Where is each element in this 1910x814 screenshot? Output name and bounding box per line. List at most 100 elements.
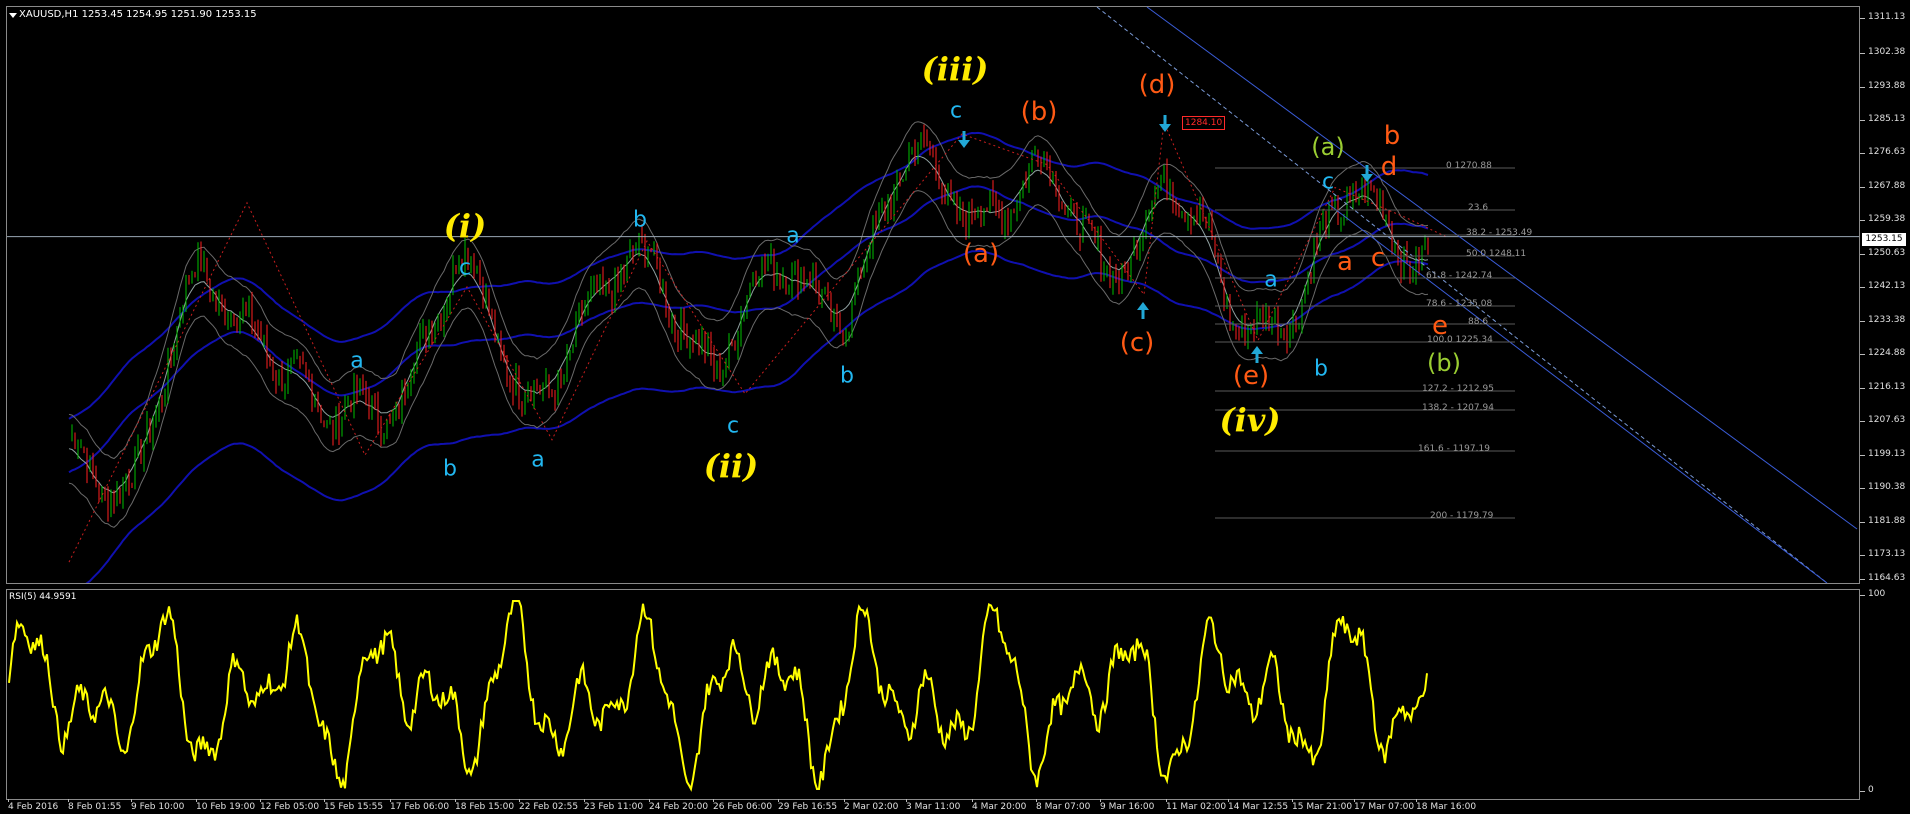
wave-label-ii: (ii) xyxy=(703,447,759,485)
time-tick: 4 Mar 20:00 xyxy=(972,799,1027,812)
price-tick: 1181.88 xyxy=(1859,516,1906,526)
price-tick: 1267.88 xyxy=(1859,181,1906,191)
fib-level-label: 138.2 - 1207.94 xyxy=(1422,403,1494,413)
time-tick: 17 Feb 06:00 xyxy=(390,799,450,812)
price-tick: 1207.63 xyxy=(1859,415,1906,425)
time-tick: 9 Feb 10:00 xyxy=(131,799,185,812)
wave-label-b: b xyxy=(1314,356,1328,382)
price-tick: 1250.63 xyxy=(1859,248,1906,258)
arrow-head xyxy=(1251,346,1263,354)
wave-label-c: c xyxy=(949,98,963,124)
marker-arrow-up-icon xyxy=(1137,302,1149,319)
wave-label-e-paren: (e) xyxy=(1232,361,1270,391)
price-tick: 1233.38 xyxy=(1859,315,1906,325)
wave-label-b: b xyxy=(633,207,647,233)
price-tick: 1224.88 xyxy=(1859,348,1906,358)
current-price-badge: 1253.15 xyxy=(1862,233,1906,246)
wave-label-red-a: a xyxy=(1337,247,1353,277)
fib-level-label: 78.6 - 1235.08 xyxy=(1426,299,1493,309)
time-tick: 10 Feb 19:00 xyxy=(196,799,256,812)
price-chart-panel[interactable]: XAUUSD,H1 1253.45 1254.95 1251.90 1253.1… xyxy=(6,6,1860,584)
fib-level-label: 23.6 xyxy=(1468,203,1489,213)
wave-label-c: c xyxy=(726,413,740,439)
wave-label-red-d: d xyxy=(1380,152,1398,182)
wave-label-b: b xyxy=(443,456,457,482)
time-tick: 3 Mar 11:00 xyxy=(906,799,961,812)
wave-label-b: b xyxy=(840,363,854,389)
wave-label-iii: (iii) xyxy=(921,50,989,88)
rsi-chart-svg xyxy=(8,600,1428,792)
wave-label-a: a xyxy=(786,223,800,249)
price-tick: 1190.38 xyxy=(1859,482,1906,492)
fib-level-label: 0 1270.88 xyxy=(1446,161,1492,171)
time-tick: 11 Mar 02:00 xyxy=(1166,799,1227,812)
wave-label-b-paren: (b) xyxy=(1020,97,1058,127)
time-tick: 17 Mar 07:00 xyxy=(1354,799,1415,812)
channel-lower-line xyxy=(1326,202,1828,583)
time-tick: 14 Mar 12:55 xyxy=(1228,799,1289,812)
time-tick: 12 Feb 05:00 xyxy=(260,799,320,812)
price-tick: 1293.88 xyxy=(1859,81,1906,91)
time-tick: 15 Feb 15:55 xyxy=(324,799,384,812)
rsi-axis: 100 0 xyxy=(1859,589,1910,800)
arrow-head xyxy=(1159,124,1171,132)
fib-level-label: 88.6 xyxy=(1468,317,1489,327)
price-tick: 1302.38 xyxy=(1859,47,1906,57)
wave-label-iv: (iv) xyxy=(1219,401,1281,439)
wave-label-c: c xyxy=(458,255,472,281)
wave-label-green-b: (b) xyxy=(1427,349,1461,377)
wave-label-red-b: b xyxy=(1383,121,1401,151)
wave-label-red-c: c xyxy=(1370,243,1386,273)
rsi-panel[interactable]: RSI(5) 44.9591 xyxy=(6,589,1860,800)
arrow-head xyxy=(958,140,970,148)
fib-level-label: 200 - 1179.79 xyxy=(1430,511,1494,521)
price-tick: 1311.13 xyxy=(1859,12,1906,22)
wave-label-i: (i) xyxy=(443,207,487,245)
marker-arrow-down-icon xyxy=(1159,115,1171,132)
price-tick: 1199.13 xyxy=(1859,449,1906,459)
time-tick: 18 Mar 16:00 xyxy=(1416,799,1477,812)
fib-level-label: 38.2 - 1253.49 xyxy=(1466,228,1533,238)
time-tick: 8 Mar 07:00 xyxy=(1036,799,1091,812)
price-chart-svg xyxy=(7,7,1859,583)
price-tick: 1259.38 xyxy=(1859,214,1906,224)
rsi-tick-bottom: 0 xyxy=(1860,785,1874,795)
fib-level-label: 161.6 - 1197.19 xyxy=(1418,444,1490,454)
time-tick: 2 Mar 02:00 xyxy=(844,799,899,812)
wave-label-green-a: (a) xyxy=(1311,133,1345,161)
time-tick: 18 Feb 15:00 xyxy=(455,799,515,812)
price-axis: 1311.13 1302.38 1293.88 1285.13 1276.63 … xyxy=(1859,6,1910,584)
fib-level-label: 50.0 1248.11 xyxy=(1466,249,1527,259)
wave-label-a-paren: (a) xyxy=(962,239,1000,269)
price-tick: 1216.13 xyxy=(1859,382,1906,392)
wave-label-red-e: e xyxy=(1432,311,1448,341)
rsi-line xyxy=(8,600,1428,792)
moving-average-line xyxy=(68,155,1429,494)
wave-label-c: c xyxy=(1321,169,1335,195)
price-tick: 1173.13 xyxy=(1859,549,1906,559)
time-tick: 26 Feb 06:00 xyxy=(713,799,773,812)
wave-label-c-paren: (c) xyxy=(1119,328,1155,358)
fib-level-label: 127.2 - 1212.95 xyxy=(1422,384,1494,394)
price-tick: 1164.63 xyxy=(1859,573,1906,583)
wave-label-a: a xyxy=(531,447,545,473)
wave-label-d-paren: (d) xyxy=(1138,70,1176,100)
time-tick: 23 Feb 11:00 xyxy=(584,799,644,812)
time-tick: 8 Feb 01:55 xyxy=(68,799,122,812)
time-tick: 9 Mar 16:00 xyxy=(1100,799,1155,812)
time-tick: 4 Feb 2016 xyxy=(8,799,59,812)
channel-mid-line xyxy=(1096,7,1828,583)
wave-label-a: a xyxy=(1264,267,1278,293)
rsi-tick-top: 100 xyxy=(1859,589,1886,599)
arrow-head xyxy=(1137,302,1149,310)
price-tick: 1276.63 xyxy=(1859,147,1906,157)
price-tick: 1285.13 xyxy=(1859,114,1906,124)
time-axis: 4 Feb 2016 8 Feb 01:55 9 Feb 10:00 10 Fe… xyxy=(6,799,1860,814)
wave-label-a: a xyxy=(350,348,364,374)
high-price-tag: 1284.10 xyxy=(1182,116,1226,130)
fib-level-label: 61.8 - 1242.74 xyxy=(1426,271,1493,281)
time-tick: 22 Feb 02:55 xyxy=(519,799,579,812)
time-tick: 24 Feb 20:00 xyxy=(649,799,709,812)
price-tick: 1242.13 xyxy=(1859,281,1906,291)
time-tick: 15 Mar 21:00 xyxy=(1292,799,1353,812)
